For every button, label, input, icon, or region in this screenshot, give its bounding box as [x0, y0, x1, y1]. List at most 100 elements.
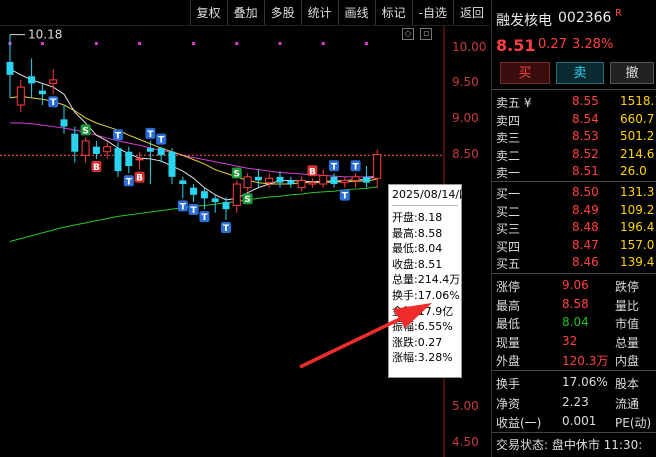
- stat-value: 8.58: [562, 296, 589, 311]
- bid-row[interactable]: 买三 8.48 196.4: [492, 218, 656, 237]
- tooltip-turnover: 换手:17.06%: [392, 288, 460, 302]
- stat-value: 9.06: [562, 278, 589, 292]
- trade-status-text: 交易状态: 盘中休市 11:30:: [496, 438, 643, 452]
- ask-row[interactable]: 卖三 8.53 501.2: [492, 127, 656, 146]
- ask-row[interactable]: 卖二 8.52 214.6: [492, 145, 656, 164]
- stat-label: 最低: [496, 317, 521, 331]
- bid-price: 8.47: [572, 237, 599, 252]
- quote-stat-row[interactable]: 最低 8.04 市值: [492, 313, 656, 332]
- candle-body: [81, 140, 90, 156]
- toolbar-mark[interactable]: 标记: [374, 0, 412, 25]
- candle-body: [190, 187, 198, 195]
- trend-signal-badge-text: T: [342, 192, 349, 202]
- chart-toolbar: 复权 叠加 多股 统计 画线 标记 -自选 返回: [0, 0, 490, 26]
- toolbar-remove-watchlist[interactable]: -自选: [411, 0, 453, 25]
- period-marker-dot: [192, 42, 196, 45]
- ask-level-label: 卖三: [496, 131, 521, 145]
- candle-body: [179, 180, 187, 185]
- candle-body: [168, 151, 176, 177]
- stat-label: 现量: [496, 335, 521, 350]
- fundamental-value: 17.06%: [562, 375, 608, 389]
- sell-signal-badge-text: S: [234, 169, 240, 179]
- ask-row[interactable]: 卖五 ¥ 8.55 1518.1: [492, 92, 656, 111]
- stat-label-right: 市值: [615, 317, 640, 331]
- ask-price: 8.51: [572, 164, 599, 178]
- candle-body: [60, 119, 68, 127]
- quote-panel: 融发核电 002366 R 8.51 0.27 3.28% 买 卖 撤 卖五 ¥…: [491, 0, 656, 457]
- cancel-order-button[interactable]: 撤: [610, 62, 654, 84]
- quote-fundamental-row[interactable]: 净资 2.23 流通: [492, 393, 656, 412]
- price-axis-label: 8.50: [452, 147, 479, 162]
- candle-body: [211, 198, 219, 202]
- candle-body: [297, 179, 306, 189]
- trend-signal-badge-text: T: [126, 177, 133, 187]
- period-marker-dot: [321, 42, 325, 45]
- period-marker-dot: [278, 42, 282, 45]
- divider: [492, 273, 656, 274]
- toolbar-multi-stock[interactable]: 多股: [263, 0, 301, 25]
- candle-body: [362, 176, 370, 183]
- trend-signal-badge-text: T: [223, 224, 230, 234]
- stat-label-right: 总量: [615, 335, 640, 350]
- trend-signal-badge-text: T: [50, 98, 57, 108]
- toolbar-overlay[interactable]: 叠加: [226, 0, 264, 25]
- stat-value: 32: [562, 333, 578, 348]
- candle-body: [16, 86, 25, 106]
- quote-fundamental-row[interactable]: 收益(一) 0.001 PE(动): [492, 412, 656, 431]
- bid-row[interactable]: 买五 8.46 139.4: [492, 253, 656, 272]
- quote-stat-row[interactable]: 涨停 9.06 跌停: [492, 276, 656, 295]
- candle-body: [38, 90, 46, 95]
- tooltip-change-pct: 涨幅:3.28%: [392, 351, 453, 365]
- price-axis-label: 10.00: [452, 39, 487, 54]
- candle-body: [157, 148, 165, 156]
- period-marker-dot: [40, 42, 44, 45]
- buy-button[interactable]: 买: [500, 62, 550, 84]
- buy-signal-badge-text: B: [136, 174, 143, 184]
- candle-body: [146, 148, 154, 152]
- quote-stat-row[interactable]: 外盘 120.3万 内盘: [492, 350, 656, 369]
- bid-volume: 196.4: [620, 220, 655, 234]
- sell-button[interactable]: 卖: [556, 62, 604, 84]
- candle-body: [28, 76, 36, 84]
- stat-label-right: 跌停: [615, 280, 640, 294]
- tooltip-amount: 金额:17.9亿: [392, 304, 454, 318]
- ask-row[interactable]: 卖一 8.51 26.0: [492, 162, 656, 181]
- toolbar-draw-line[interactable]: 画线: [337, 0, 375, 25]
- fundamental-label: 换手: [496, 377, 521, 391]
- trade-status: 交易状态: 盘中休市 11:30:: [492, 434, 656, 453]
- stat-value: 120.3万: [562, 354, 609, 368]
- toolbar-statistics[interactable]: 统计: [300, 0, 338, 25]
- peak-price-label: 10.18: [28, 28, 62, 42]
- tooltip-amplitude: 振幅:6.55%: [392, 320, 453, 334]
- candle-body: [114, 148, 122, 172]
- toolbar-restore-rights[interactable]: 复权: [189, 0, 227, 25]
- bid-price: 8.50: [572, 185, 599, 199]
- candle-body: [330, 176, 338, 185]
- kline-chart-panel[interactable]: 复权 叠加 多股 统计 画线 标记 -自选 返回 ◇ ▫ 10.18 T S B T T B…: [0, 0, 490, 457]
- bid-row[interactable]: 买一 8.50 131.3: [492, 183, 656, 202]
- candle-body: [135, 158, 144, 161]
- tooltip-volume: 总量:214.4万: [392, 273, 461, 287]
- bid-row[interactable]: 买二 8.49 109.2: [492, 201, 656, 220]
- candle-body: [49, 79, 58, 84]
- candle-body: [308, 182, 317, 185]
- fundamental-label: 收益(一): [496, 416, 542, 430]
- candle-body: [200, 191, 208, 199]
- candle-body: [351, 176, 360, 181]
- quote-stat-row[interactable]: 现量 32 总量: [492, 332, 656, 351]
- bid-volume: 139.4: [620, 255, 655, 269]
- bid-row[interactable]: 买四 8.47 157.0: [492, 236, 656, 255]
- price-axis-label: 9.50: [452, 75, 479, 90]
- price-axis-label: 9.00: [452, 111, 479, 126]
- quote-stat-row[interactable]: 最高 8.58 量比: [492, 295, 656, 314]
- fundamental-value: 2.23: [562, 394, 589, 409]
- quote-fundamental-row[interactable]: 换手 17.06% 股本: [492, 373, 656, 392]
- stock-app: 复权 叠加 多股 统计 画线 标记 -自选 返回 ◇ ▫ 10.18 T S B T T B…: [0, 0, 656, 457]
- toolbar-back[interactable]: 返回: [452, 0, 490, 25]
- bid-level-label: 买四: [496, 239, 521, 254]
- trend-signal-badge-text: T: [147, 130, 154, 140]
- ask-price: 8.53: [572, 129, 599, 143]
- sell-signal-badge-text: S: [244, 195, 250, 205]
- fundamental-label-right: PE(动): [615, 416, 652, 430]
- ask-row[interactable]: 卖四 8.54 660.7: [492, 110, 656, 129]
